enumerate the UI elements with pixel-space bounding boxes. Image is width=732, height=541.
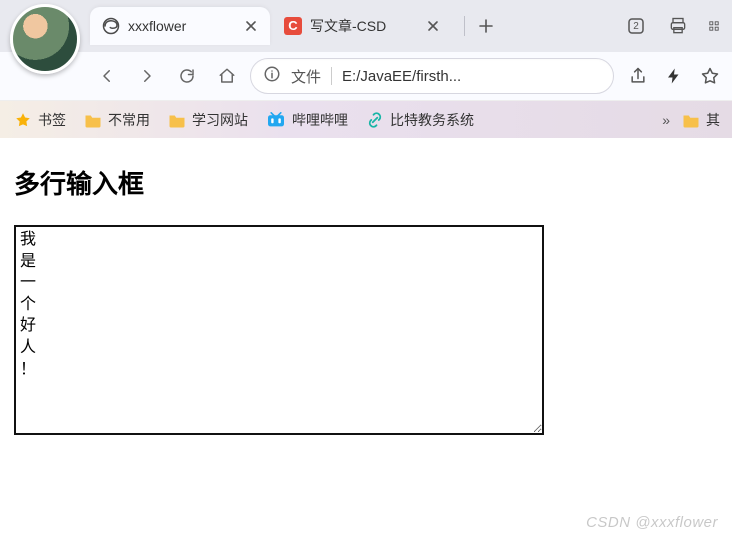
tab-title: xxxflower — [128, 18, 234, 34]
home-button[interactable] — [210, 59, 244, 93]
letter-c-icon: C — [284, 17, 302, 35]
profile-avatar[interactable] — [10, 4, 80, 74]
bookmark-label: 其 — [706, 110, 720, 130]
bookmark-folder[interactable]: 学习网站 — [168, 110, 248, 130]
browser-tab-active[interactable]: xxxflower — [90, 7, 270, 45]
lightning-icon[interactable] — [662, 64, 686, 88]
window-badge-count: 2 — [633, 21, 639, 32]
new-tab-button[interactable] — [475, 15, 497, 37]
close-tab-button[interactable] — [242, 17, 260, 35]
folder-icon — [84, 112, 102, 128]
bookmark-folder[interactable]: 不常用 — [84, 110, 150, 130]
bookmark-label: 比特教务系统 — [390, 110, 474, 130]
bookmarks-bar: 书签 不常用 学习网站 哔哩哔哩 比特教务系统 — [0, 100, 732, 138]
folder-icon — [168, 112, 186, 128]
bookmarks-overflow-button[interactable]: » — [662, 112, 670, 128]
page-content: 多行输入框 我 是 一 个 好 人 ！ — [0, 138, 732, 466]
toolbar: 文件 E:/JavaEE/firsth... — [0, 52, 732, 100]
bookmark-label: 不常用 — [108, 110, 150, 130]
link-icon — [366, 111, 384, 129]
bookmarks-star-button[interactable]: 书签 — [14, 110, 66, 130]
forward-button[interactable] — [130, 59, 164, 93]
reload-button[interactable] — [170, 59, 204, 93]
bookmark-link[interactable]: 比特教务系统 — [366, 110, 474, 130]
address-path: E:/JavaEE/firsth... — [342, 68, 601, 85]
grid-icon[interactable] — [708, 14, 720, 38]
bookmark-label: 学习网站 — [192, 110, 248, 130]
close-tab-button[interactable] — [424, 17, 442, 35]
page-heading: 多行输入框 — [14, 164, 718, 201]
address-bar[interactable]: 文件 E:/JavaEE/firsth... — [250, 58, 614, 94]
bookmarks-star-label: 书签 — [38, 110, 66, 130]
multiline-textarea[interactable]: 我 是 一 个 好 人 ！ — [14, 225, 544, 435]
bookmark-folder[interactable]: 其 — [682, 110, 720, 130]
share-icon[interactable] — [626, 64, 650, 88]
bookmark-bilibili[interactable]: 哔哩哔哩 — [266, 110, 348, 130]
window-controls: 2 — [624, 14, 724, 38]
back-button[interactable] — [90, 59, 124, 93]
bilibili-icon — [266, 112, 286, 128]
star-icon[interactable] — [698, 64, 722, 88]
print-icon[interactable] — [666, 14, 690, 38]
bookmark-label: 哔哩哔哩 — [292, 110, 348, 130]
info-icon[interactable] — [263, 65, 281, 87]
browser-chrome: xxxflower C 写文章-CSD 2 — [0, 0, 732, 138]
tab-strip: xxxflower C 写文章-CSD 2 — [0, 0, 732, 52]
edge-icon — [102, 17, 120, 35]
tab-title: 写文章-CSD — [310, 16, 416, 36]
folder-icon — [682, 112, 700, 128]
watermark-text: CSDN @xxxflower — [586, 514, 718, 531]
address-scheme: 文件 — [291, 66, 321, 87]
browser-tab[interactable]: C 写文章-CSD — [272, 7, 452, 45]
window-badge-icon[interactable]: 2 — [624, 14, 648, 38]
address-separator — [331, 67, 332, 85]
tab-separator — [464, 16, 465, 36]
